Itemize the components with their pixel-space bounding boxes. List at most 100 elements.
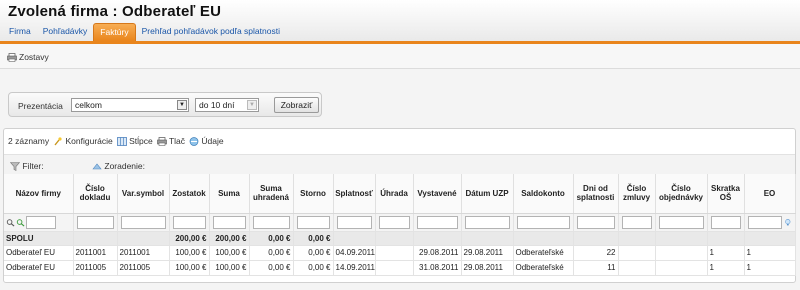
cell-vystavene: 31.08.2011 <box>413 260 462 276</box>
filter-cell <box>73 213 118 232</box>
filter-input[interactable] <box>576 215 615 229</box>
filter-cell <box>513 213 574 232</box>
cell-vystavene: 29.08.2011 <box>413 245 462 261</box>
column-header[interactable]: Skratka OŠ <box>707 174 745 214</box>
sort-icon <box>92 163 102 170</box>
column-header[interactable]: Názov firmy <box>4 174 74 214</box>
filter-input[interactable] <box>378 215 410 229</box>
clear-search-icon[interactable] <box>16 218 25 227</box>
column-header[interactable]: Zostatok <box>169 174 210 214</box>
filter-input[interactable] <box>120 215 166 229</box>
column-header[interactable]: Splatnosť <box>333 174 376 214</box>
presentation-filter-panel: Prezentácia celkom ▼ do 10 dní ▼ Zobrazi… <box>8 92 322 117</box>
filter-input[interactable] <box>336 215 372 229</box>
cell-cislo: 2011001 <box>73 245 118 261</box>
help-bulb-icon[interactable] <box>784 218 792 227</box>
filter-cell <box>375 213 414 232</box>
cell-uzp: 29.08.2011 <box>461 245 514 261</box>
presentation-select[interactable]: celkom ▼ <box>71 98 189 112</box>
filter-input[interactable] <box>26 215 56 229</box>
filter-input[interactable] <box>710 215 741 229</box>
filter-cell <box>209 213 250 232</box>
summary-label: SPOLU <box>4 231 74 246</box>
tab-firma[interactable]: Firma <box>3 23 37 41</box>
period-select[interactable]: do 10 dní ▼ <box>195 98 259 112</box>
tlac-button[interactable]: Tlač <box>156 136 186 147</box>
toolbar: Zostavy <box>0 44 800 69</box>
zobrazit-button[interactable]: Zobraziť <box>274 97 319 113</box>
cell-skratka: 1 <box>707 260 745 276</box>
table-row[interactable]: Odberateľ EU 2011005 2011005 100,00 € 10… <box>4 260 796 276</box>
konfiguracie-label: Konfigurácie <box>65 136 113 146</box>
filter-input[interactable] <box>212 215 246 229</box>
column-header[interactable]: Číslo zmluvy <box>618 174 656 214</box>
summary-suma: 200,00 € <box>209 231 250 246</box>
filter-cell <box>573 213 619 232</box>
print-icon <box>156 137 167 147</box>
cell-storno: 0,00 € <box>293 260 334 276</box>
column-header[interactable]: Suma uhradená <box>249 174 294 214</box>
stlpce-button[interactable]: Stĺpce <box>116 136 153 147</box>
table-header-row: Názov firmy Číslo dokladu Var.symbol Zos… <box>4 174 796 214</box>
column-header[interactable]: Vystavené <box>413 174 462 214</box>
cell-uhrada <box>375 245 414 261</box>
filter-label: Filter: <box>22 161 44 171</box>
filter-input[interactable] <box>172 215 206 229</box>
column-header[interactable]: Storno <box>293 174 334 214</box>
column-header[interactable]: Saldokonto <box>513 174 574 214</box>
filter-input[interactable] <box>621 215 652 229</box>
filter-input[interactable] <box>296 215 330 229</box>
filter-cell <box>655 213 708 232</box>
column-header[interactable]: EO <box>744 174 796 214</box>
column-filter-row <box>4 213 796 232</box>
filter-cell <box>461 213 514 232</box>
column-header[interactable]: Úhrada <box>375 174 414 214</box>
table-row[interactable]: Odberateľ EU 2011001 2011001 100,00 € 10… <box>4 245 796 261</box>
printer-icon <box>7 52 17 62</box>
konfiguracie-button[interactable]: Konfigurácie <box>53 136 113 146</box>
columns-icon <box>116 137 127 147</box>
cell-objednavka <box>655 260 708 276</box>
cell-splatnost: 14.09.2011 <box>333 260 376 276</box>
search-icon[interactable] <box>6 218 15 227</box>
cell-storno: 0,00 € <box>293 245 334 261</box>
column-header[interactable]: Číslo objednávky <box>655 174 708 214</box>
cell-eo: 1 <box>744 245 796 261</box>
cell-zmluva <box>618 245 656 261</box>
column-header[interactable]: Dni od splatnosti <box>573 174 619 214</box>
cell-eo: 1 <box>744 260 796 276</box>
filter-input[interactable] <box>416 215 458 229</box>
zostavy-button[interactable]: Zostavy <box>7 52 49 62</box>
filter-control[interactable]: Filter: <box>10 161 44 172</box>
column-header[interactable]: Číslo dokladu <box>73 174 118 214</box>
cell-dni: 11 <box>573 260 619 276</box>
udaje-button[interactable]: Údaje <box>189 136 224 147</box>
filter-input[interactable] <box>747 215 782 229</box>
filter-cell <box>413 213 462 232</box>
filter-input[interactable] <box>464 215 510 229</box>
cell-nazov: Odberateľ EU <box>4 245 74 261</box>
column-header[interactable]: Suma <box>209 174 250 214</box>
cell-suma: 100,00 € <box>209 260 250 276</box>
filter-cell <box>249 213 294 232</box>
column-header[interactable]: Dátum UZP <box>461 174 514 214</box>
presentation-label: Prezentácia <box>18 101 63 111</box>
cell-saldokonto: Odberateľské <box>513 245 574 261</box>
filter-sort-bar: Filter: Zoradenie: <box>4 154 795 174</box>
filter-input[interactable] <box>658 215 704 229</box>
grid-toolbar: 2 záznamy Konfigurácie Stĺpce Tlač Údaje <box>8 136 224 147</box>
column-header[interactable]: Var.symbol <box>117 174 170 214</box>
dropdown-arrow-icon: ▼ <box>177 100 187 110</box>
tab-faktury[interactable]: Faktúry <box>93 23 136 41</box>
filter-cell <box>333 213 376 232</box>
filter-input[interactable] <box>516 215 570 229</box>
tlac-label: Tlač <box>168 136 186 146</box>
filter-input[interactable] <box>252 215 290 229</box>
sort-control[interactable]: Zoradenie: <box>92 161 145 171</box>
filter-cell <box>293 213 334 232</box>
cell-uhrada <box>375 260 414 276</box>
tab-pohladavky[interactable]: Pohľadávky <box>37 23 94 41</box>
tab-prehlad-pohladavok[interactable]: Prehľad pohľadávok podľa splatnosti <box>136 23 286 41</box>
filter-input[interactable] <box>76 215 114 229</box>
cell-uhradena: 0,00 € <box>249 245 294 261</box>
